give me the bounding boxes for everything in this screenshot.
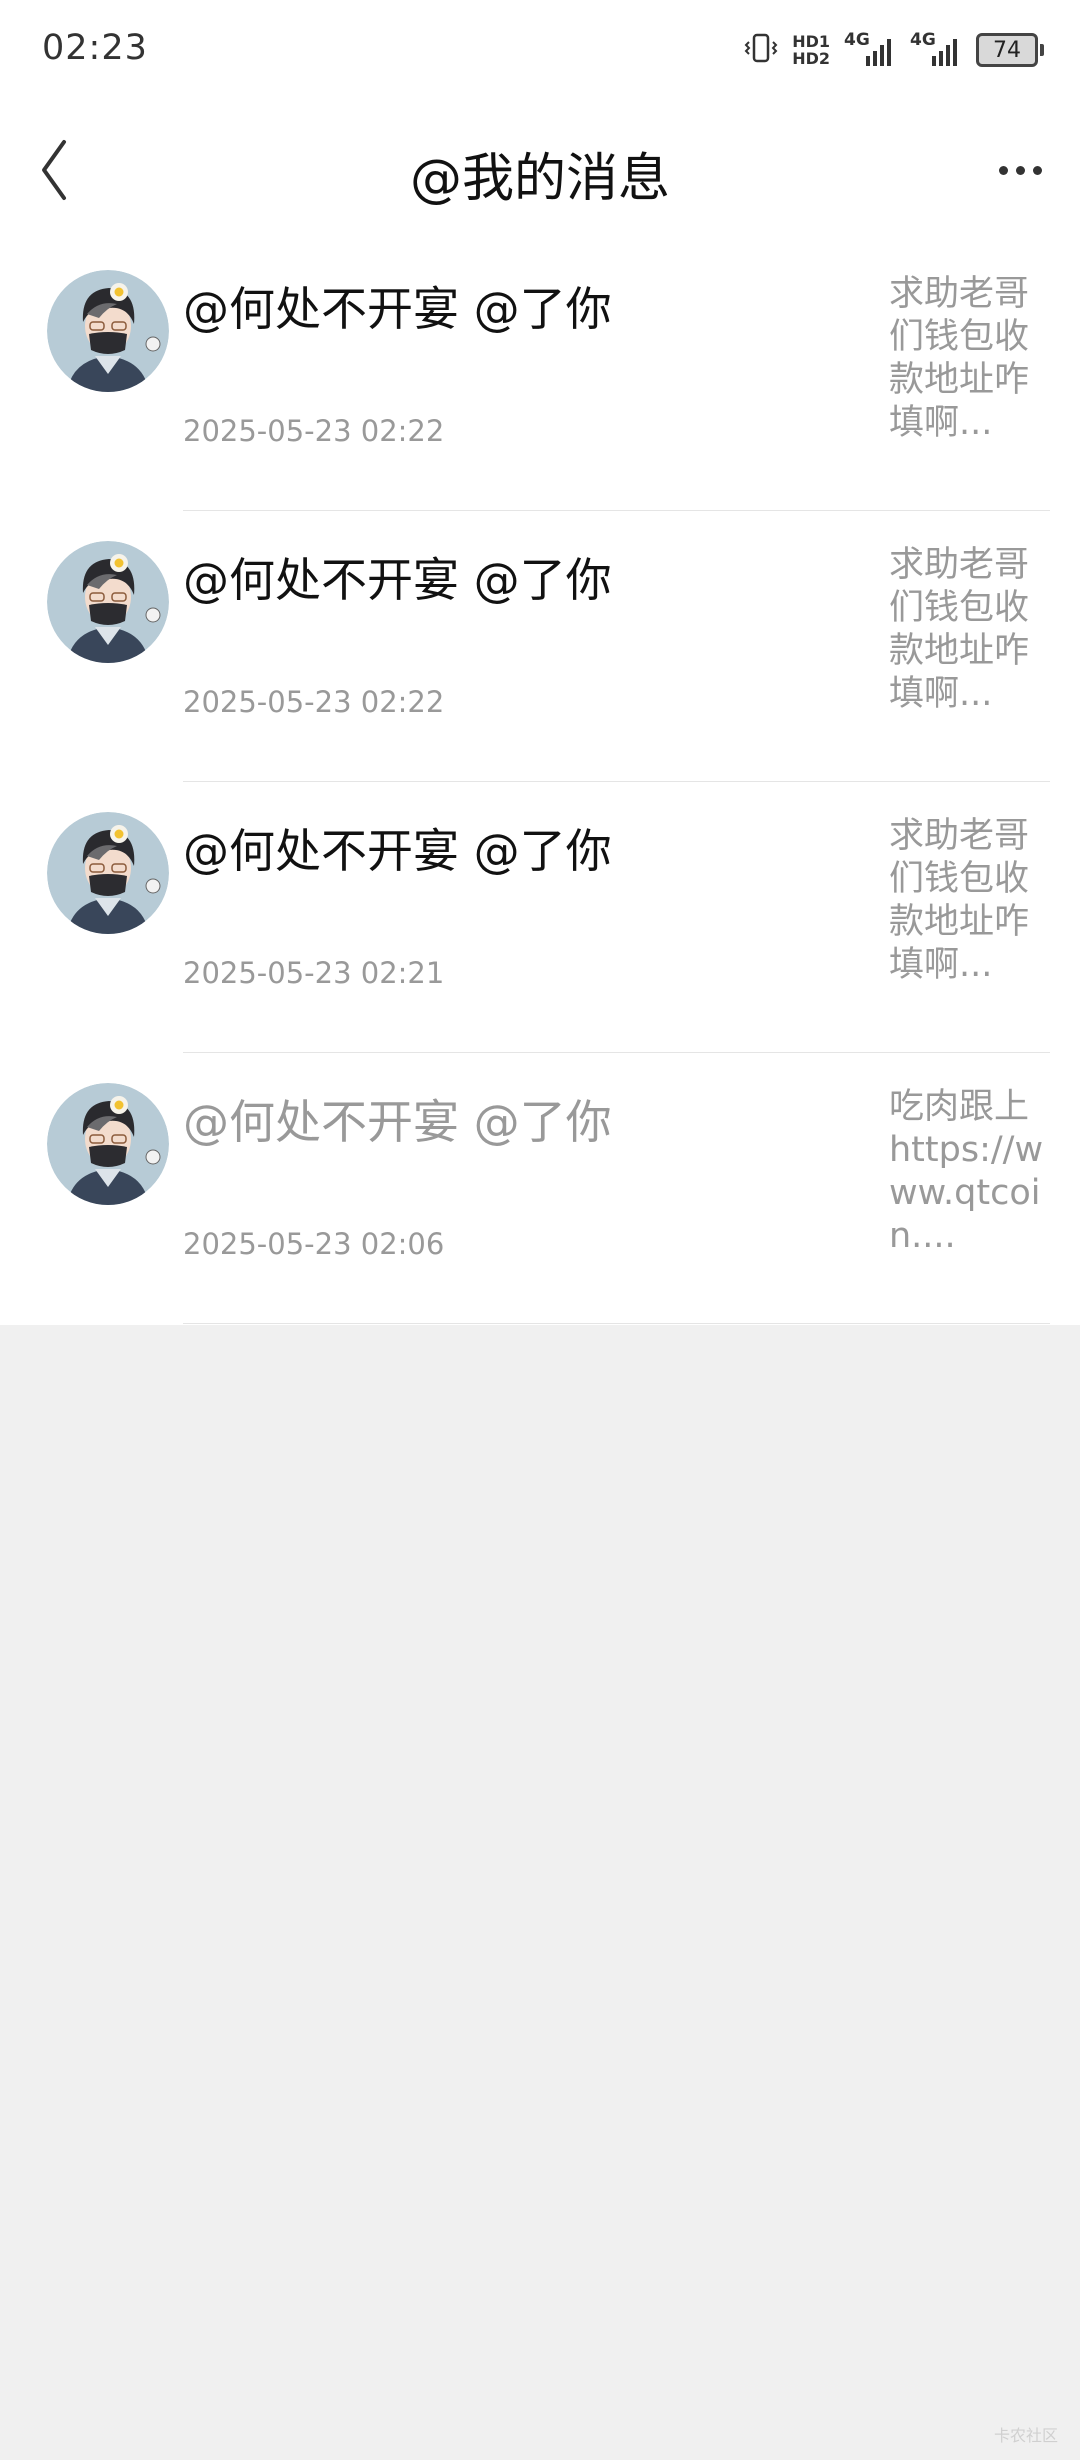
message-item[interactable]: @何处不开宴 @了你 2025-05-23 02:06 吃肉跟上https://…: [0, 1053, 1080, 1324]
page-title: @我的消息: [409, 149, 670, 209]
header: @我的消息: [0, 120, 1080, 225]
battery-level: 74: [993, 37, 1021, 63]
message-time: 2025-05-23 02:21: [183, 956, 445, 990]
signal-icon: 4G: [844, 32, 896, 68]
battery-icon: 74: [976, 33, 1044, 67]
watermark: 卡农社区: [993, 2426, 1058, 2445]
message-item[interactable]: @何处不开宴 @了你 2025-05-23 02:21 求助老哥们钱包收款地址咋…: [0, 782, 1080, 1053]
hd-icon: HD1 HD2: [792, 32, 830, 68]
content-panel: 02:23 HD1 HD2 4G 4G 74 @我的消息 @何处不开宴 @了你 …: [0, 0, 1080, 1325]
screen: 02:23 HD1 HD2 4G 4G 74 @我的消息 @何处不开宴 @了你 …: [0, 0, 1080, 2460]
message-title: @何处不开宴 @了你: [183, 1095, 612, 1149]
more-button[interactable]: [980, 140, 1060, 200]
message-preview: 求助老哥们钱包收款地址咋填啊...: [889, 274, 1030, 443]
more-dot: [998, 165, 1008, 175]
message-title: @何处不开宴 @了你: [183, 553, 612, 607]
avatar[interactable]: [47, 812, 169, 934]
status-time: 02:23: [42, 28, 148, 68]
message-preview: 吃肉跟上https://www.qtcoin....: [889, 1087, 1044, 1256]
avatar[interactable]: [47, 270, 169, 392]
signal-icon-2: 4G: [910, 32, 962, 68]
divider: [183, 1323, 1050, 1324]
message-list: @何处不开宴 @了你 2025-05-23 02:22 求助老哥们钱包收款地址咋…: [0, 240, 1080, 1324]
message-preview: 求助老哥们钱包收款地址咋填啊...: [889, 816, 1030, 985]
message-item[interactable]: @何处不开宴 @了你 2025-05-23 02:22 求助老哥们钱包收款地址咋…: [0, 240, 1080, 511]
more-dot: [1032, 165, 1042, 175]
message-title: @何处不开宴 @了你: [183, 282, 612, 336]
message-time: 2025-05-23 02:22: [183, 685, 445, 719]
vibrate-icon: [744, 32, 778, 68]
avatar[interactable]: [47, 541, 169, 663]
message-time: 2025-05-23 02:06: [183, 1227, 445, 1261]
status-bar: 02:23 HD1 HD2 4G 4G 74: [0, 0, 1080, 100]
message-item[interactable]: @何处不开宴 @了你 2025-05-23 02:22 求助老哥们钱包收款地址咋…: [0, 511, 1080, 782]
avatar[interactable]: [47, 1083, 169, 1205]
status-icons: HD1 HD2 4G 4G 74: [730, 28, 1044, 72]
message-preview: 求助老哥们钱包收款地址咋填啊...: [889, 545, 1030, 714]
message-title: @何处不开宴 @了你: [183, 824, 612, 878]
more-dot: [1015, 165, 1025, 175]
message-time: 2025-05-23 02:22: [183, 414, 445, 448]
